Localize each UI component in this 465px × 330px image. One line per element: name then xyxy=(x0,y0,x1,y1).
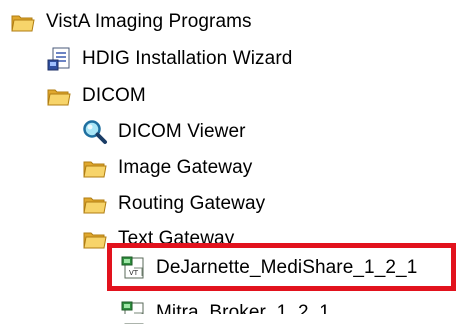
tree-item-label: Image Gateway xyxy=(118,157,253,178)
tree-item-label: DICOM Viewer xyxy=(118,121,246,142)
tree-item-dicom-viewer[interactable]: DICOM Viewer xyxy=(82,115,246,149)
program-tree: VistA Imaging Programs HDIG Installation… xyxy=(0,0,465,324)
svg-text:VT: VT xyxy=(129,269,139,277)
tree-item-routing-gateway[interactable]: Routing Gateway xyxy=(82,187,265,221)
folder-icon xyxy=(10,9,36,35)
tree-item-image-gateway[interactable]: Image Gateway xyxy=(82,151,252,185)
bottom-crop-mask xyxy=(0,314,465,323)
tree-item-mitra-broker[interactable]: VT Mitra_Broker_1_2_1 xyxy=(120,296,330,330)
vt-shortcut-icon: VT xyxy=(120,255,146,281)
installer-icon xyxy=(46,46,72,72)
tree-item-label: VistA Imaging Programs xyxy=(46,11,252,32)
tree-item-dicom[interactable]: DICOM xyxy=(46,79,146,113)
tree-item-dejarnette-medishare[interactable]: VT DeJarnette_MediShare_1_2_1 xyxy=(120,251,417,285)
tree-item-vista-imaging-programs[interactable]: VistA Imaging Programs xyxy=(10,5,252,39)
magnifier-icon xyxy=(82,119,108,145)
folder-icon xyxy=(46,83,72,109)
tree-item-label: DeJarnette_MediShare_1_2_1 xyxy=(156,257,418,278)
tree-item-label: Text Gateway xyxy=(118,228,235,249)
folder-icon xyxy=(82,191,108,217)
tree-item-hdig-installation-wizard[interactable]: HDIG Installation Wizard xyxy=(46,42,292,76)
tree-item-label: HDIG Installation Wizard xyxy=(82,48,293,69)
tree-item-label: Routing Gateway xyxy=(118,193,266,214)
folder-icon xyxy=(82,155,108,181)
tree-item-label: DICOM xyxy=(82,85,146,106)
folder-icon xyxy=(82,226,108,252)
